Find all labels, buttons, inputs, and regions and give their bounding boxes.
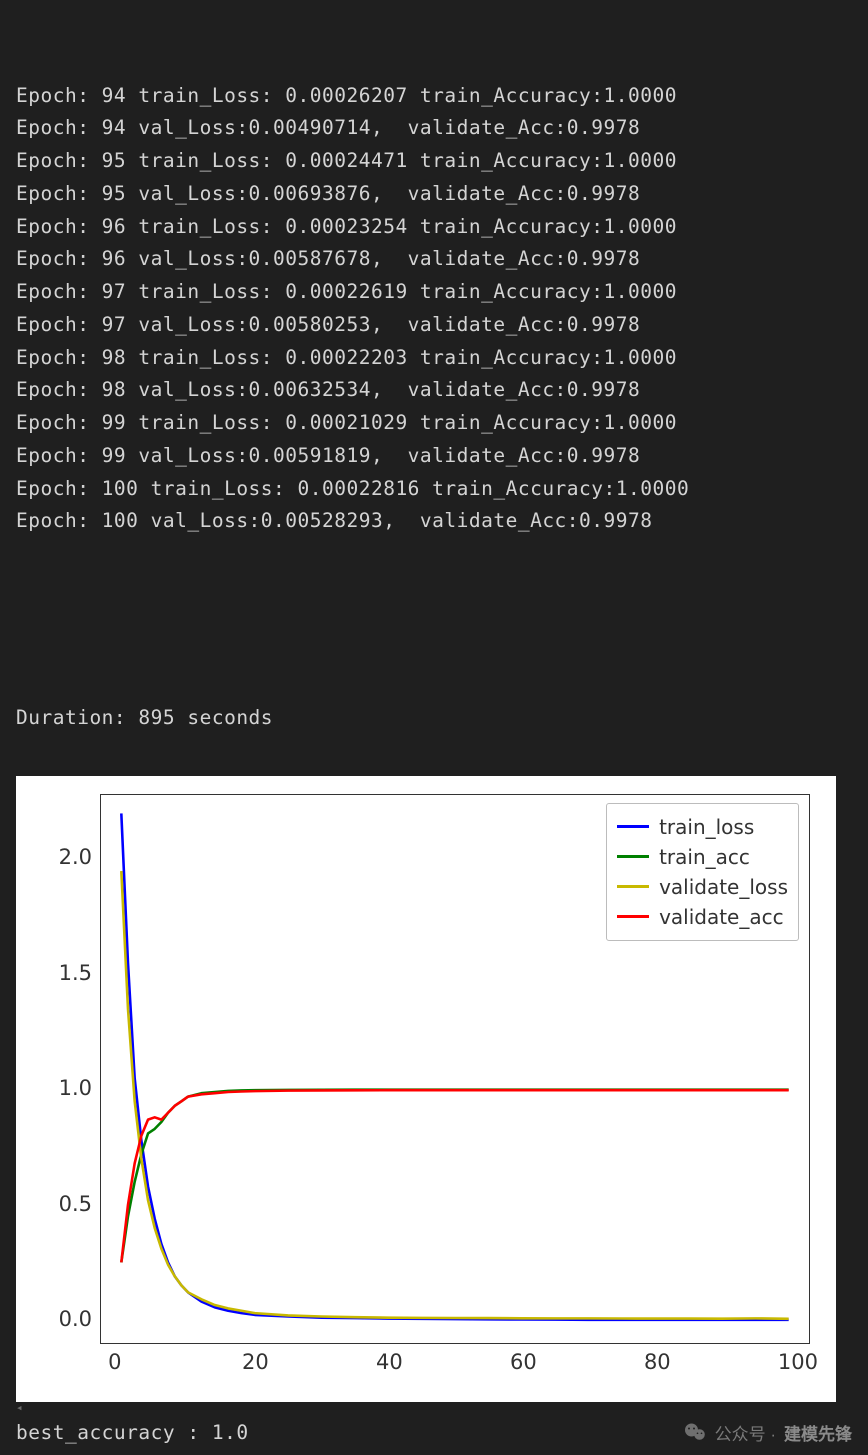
legend-swatch	[617, 885, 649, 888]
horizontal-scroll-hint: ◂	[0, 1402, 868, 1416]
log-line: Epoch: 95 val_Loss:0.00693876, validate_…	[16, 178, 852, 211]
legend-item: train_loss	[617, 812, 788, 842]
legend-label: train_acc	[659, 845, 750, 869]
chart-output-cell: train_loss train_acc validate_loss validate…	[0, 776, 868, 1402]
y-tick-label: 2.0	[32, 845, 92, 869]
log-line: Epoch: 95 train_Loss: 0.00024471 train_A…	[16, 145, 852, 178]
log-line: Epoch: 94 train_Loss: 0.00026207 train_A…	[16, 80, 852, 113]
x-tick-label: 60	[510, 1350, 537, 1374]
log-line: Epoch: 96 val_Loss:0.00587678, validate_…	[16, 243, 852, 276]
log-line: Epoch: 100 train_Loss: 0.00022816 train_…	[16, 473, 852, 506]
y-tick-label: 1.5	[32, 961, 92, 985]
legend-label: validate_loss	[659, 875, 788, 899]
best-accuracy-line: best_accuracy : 1.0	[16, 1421, 249, 1444]
legend-swatch	[617, 825, 649, 828]
log-line: Epoch: 96 train_Loss: 0.00023254 train_A…	[16, 211, 852, 244]
series-validate_acc	[121, 1090, 788, 1262]
y-tick-label: 0.0	[32, 1307, 92, 1331]
log-line: Epoch: 100 val_Loss:0.00528293, validate…	[16, 505, 852, 538]
legend-label: validate_acc	[659, 905, 784, 929]
x-tick-label: 0	[108, 1350, 121, 1374]
legend-label: train_loss	[659, 815, 754, 839]
watermark-brand: 建模先锋	[784, 1420, 852, 1445]
log-line: Epoch: 94 val_Loss:0.00490714, validate_…	[16, 112, 852, 145]
watermark-prefix: 公众号 ·	[715, 1420, 776, 1445]
log-line: Epoch: 97 val_Loss:0.00580253, validate_…	[16, 309, 852, 342]
legend-swatch	[617, 855, 649, 858]
duration-line: Duration: 895 seconds	[16, 702, 852, 735]
training-log-output: Epoch: 94 train_Loss: 0.00026207 train_A…	[0, 0, 868, 776]
wechat-icon	[683, 1420, 707, 1444]
log-line: Epoch: 99 val_Loss:0.00591819, validate_…	[16, 440, 852, 473]
x-tick-label: 20	[242, 1350, 269, 1374]
x-tick-label: 100	[778, 1350, 818, 1374]
x-tick-label: 40	[376, 1350, 403, 1374]
watermark: 公众号 · 建模先锋	[683, 1420, 852, 1445]
legend-item: train_acc	[617, 842, 788, 872]
y-tick-label: 0.5	[32, 1192, 92, 1216]
x-tick-label: 80	[644, 1350, 671, 1374]
training-curves-chart: train_loss train_acc validate_loss validate…	[16, 776, 836, 1402]
log-line: Epoch: 98 train_Loss: 0.00022203 train_A…	[16, 342, 852, 375]
legend-item: validate_acc	[617, 902, 788, 932]
log-line: Epoch: 98 val_Loss:0.00632534, validate_…	[16, 374, 852, 407]
log-line: Epoch: 99 train_Loss: 0.00021029 train_A…	[16, 407, 852, 440]
legend-swatch	[617, 915, 649, 918]
log-line: Epoch: 97 train_Loss: 0.00022619 train_A…	[16, 276, 852, 309]
legend-item: validate_loss	[617, 872, 788, 902]
series-train_acc	[121, 1089, 788, 1262]
chart-legend: train_loss train_acc validate_loss validate…	[606, 803, 799, 941]
y-tick-label: 1.0	[32, 1076, 92, 1100]
